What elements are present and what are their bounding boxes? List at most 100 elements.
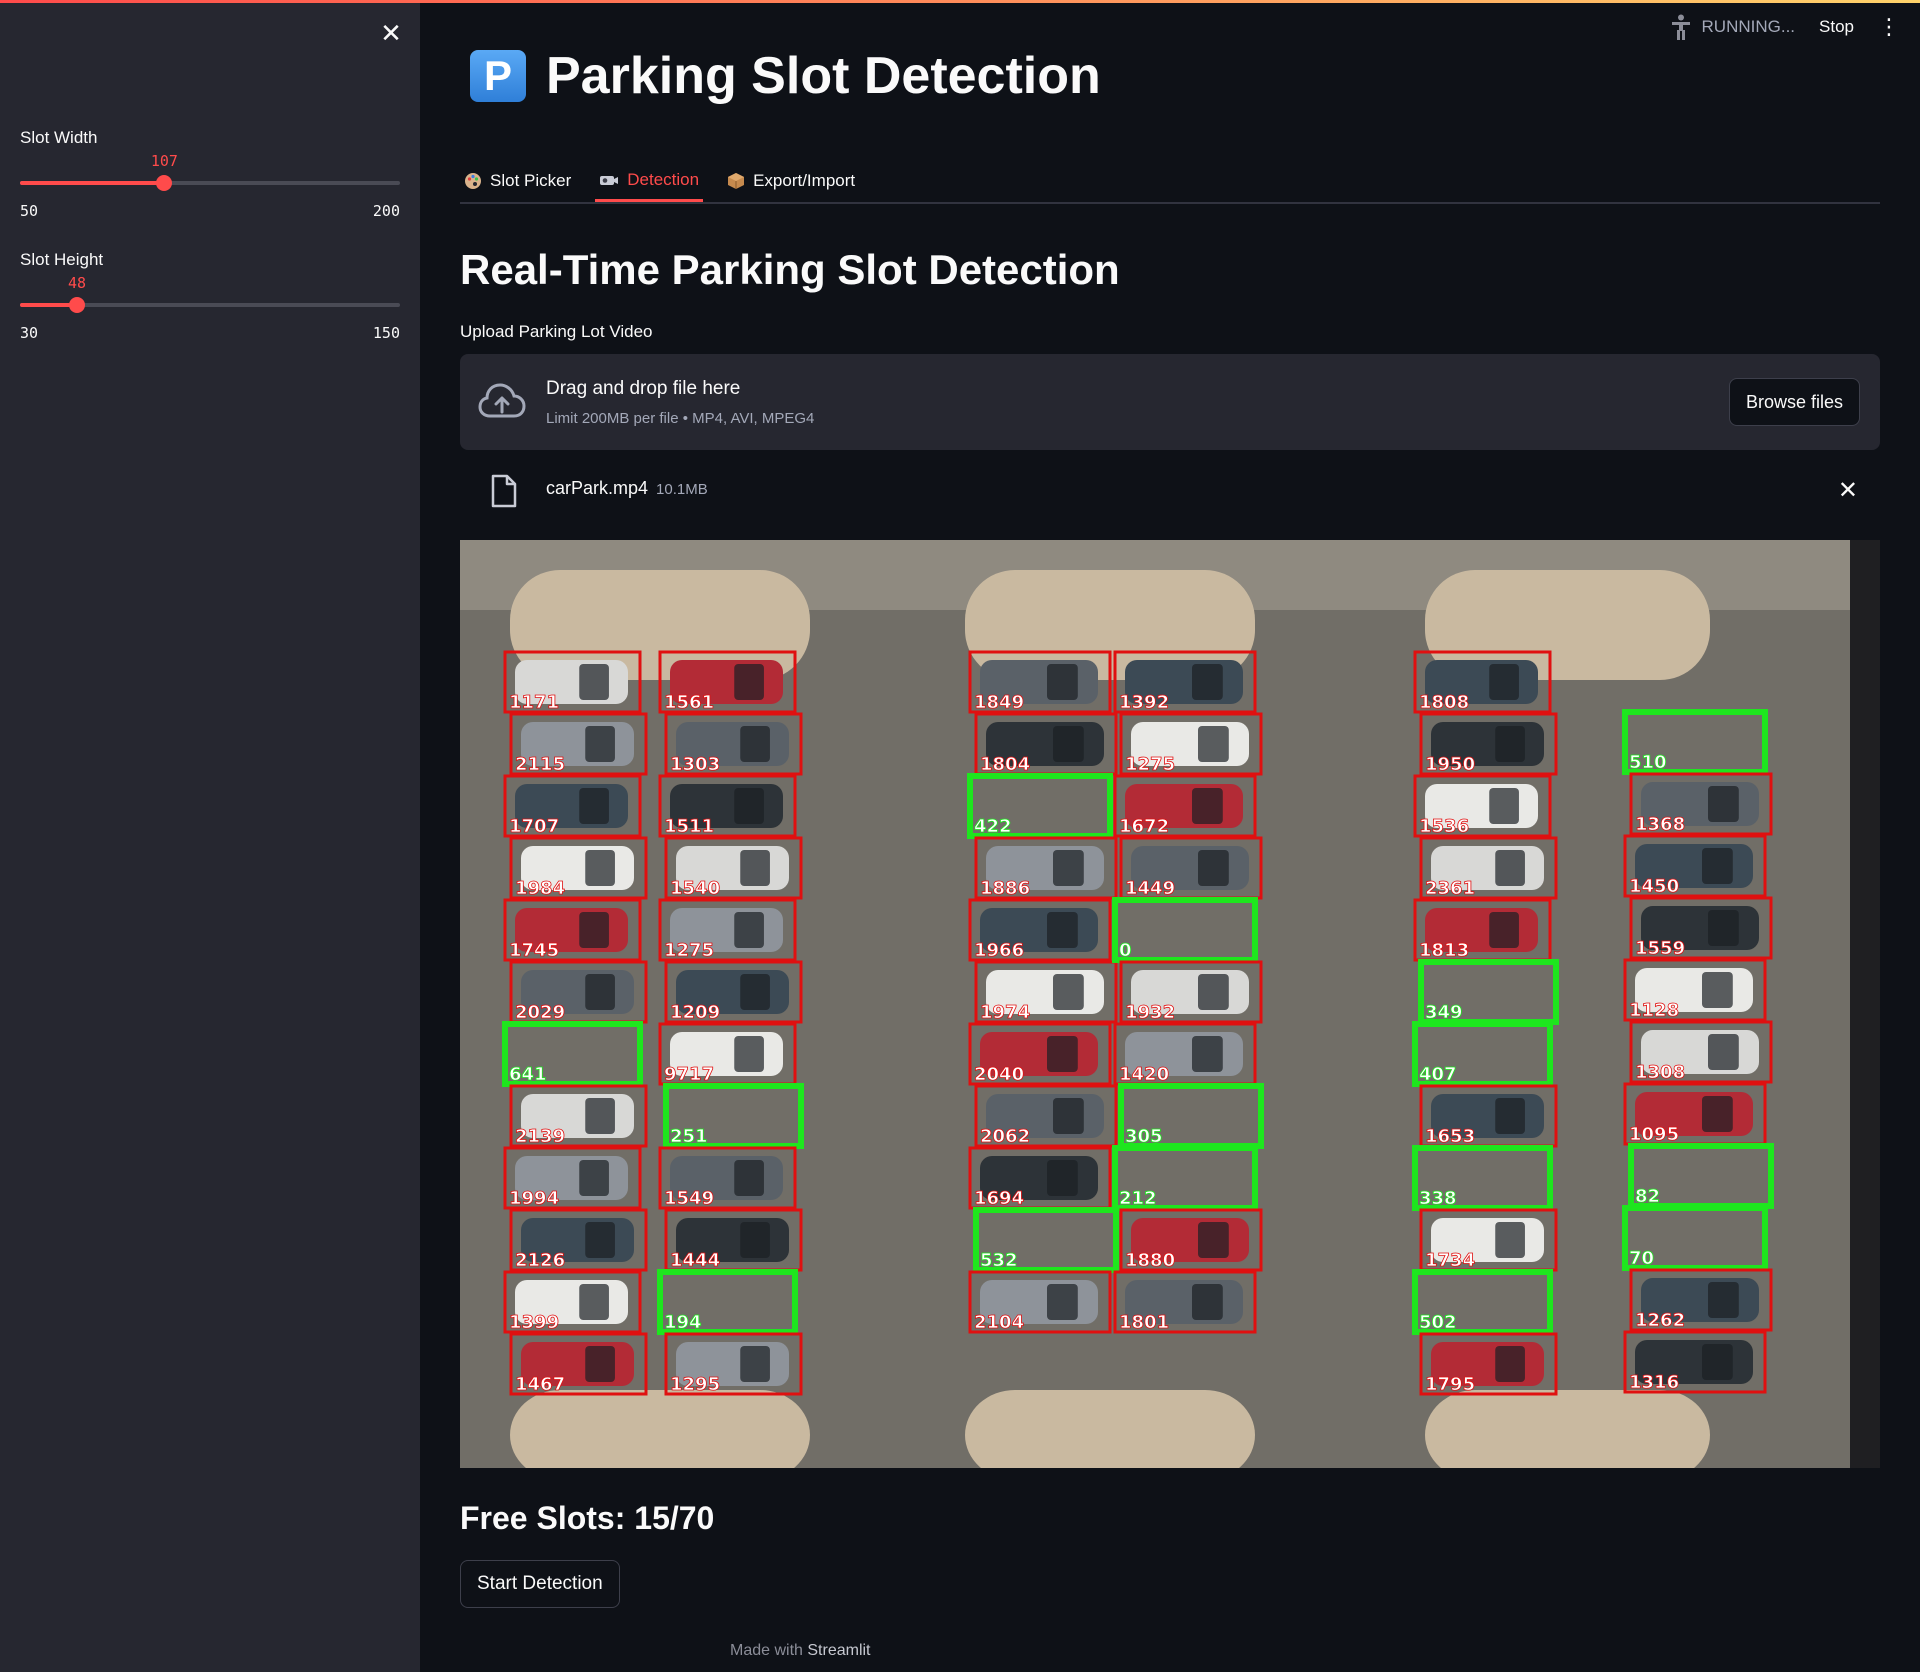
slot-number: 1950	[1425, 754, 1475, 775]
car-windshield	[585, 850, 615, 886]
car-windshield	[1495, 1098, 1525, 1134]
slot-number: 1295	[670, 1374, 720, 1395]
remove-file-icon[interactable]: ✕	[1838, 476, 1858, 505]
tab-label: Detection	[627, 169, 700, 189]
slot-number: 1392	[1119, 692, 1169, 713]
car-windshield	[585, 1098, 615, 1134]
slot-number: 2029	[515, 1002, 565, 1023]
slot-number: 2062	[980, 1126, 1030, 1147]
slot-number: 1694	[974, 1188, 1024, 1209]
upload-label: Upload Parking Lot Video	[460, 322, 653, 341]
car-windshield	[740, 1222, 770, 1258]
car-windshield	[1489, 664, 1519, 700]
slot-number: 1095	[1629, 1124, 1679, 1145]
running-person-icon	[1671, 14, 1690, 40]
slot-number: 532	[980, 1250, 1018, 1271]
slot-number: 0	[1119, 940, 1132, 961]
tab-label: Slot Picker	[490, 171, 572, 190]
slot-number: 1420	[1119, 1064, 1169, 1085]
slider-min: 30	[20, 324, 39, 342]
start-detection-button[interactable]: Start Detection	[460, 1560, 620, 1608]
slot-number: 251	[670, 1126, 708, 1147]
slider-label: Slot Height	[20, 250, 104, 269]
car-windshield	[734, 788, 764, 824]
slot-number: 1984	[515, 878, 565, 899]
slot-width-slider: Slot Width 107 50 200	[20, 128, 400, 228]
slot-number: 1745	[509, 940, 559, 961]
detection-video-frame: 1171 2115 1707 1984 1745 2029 641 2139 1994 2126 1…	[460, 540, 1880, 1468]
tab-export-import[interactable]: Export/Import	[723, 160, 859, 202]
package-icon	[728, 173, 745, 189]
tab-bar: Slot Picker Detection Export/Import	[460, 160, 1880, 204]
car-windshield	[1192, 788, 1223, 824]
status-text: RUNNING...	[1701, 17, 1796, 36]
slot-number: 641	[509, 1064, 547, 1085]
car-windshield	[734, 912, 764, 948]
car-windshield	[579, 1160, 609, 1196]
car-windshield	[1495, 1222, 1525, 1258]
slot-number: 1275	[664, 940, 714, 961]
slot-number: 1932	[1125, 1002, 1175, 1023]
slot-number: 2040	[974, 1064, 1024, 1085]
car-windshield	[1053, 850, 1084, 886]
car-windshield	[740, 726, 770, 762]
close-icon[interactable]: ✕	[376, 18, 406, 48]
slider-track[interactable]	[20, 175, 400, 191]
car-windshield	[579, 1284, 609, 1320]
tab-detection[interactable]: Detection	[595, 160, 704, 202]
slot-number: 407	[1419, 1064, 1457, 1085]
slot-number: 1209	[670, 1002, 720, 1023]
car-windshield	[1047, 664, 1078, 700]
slot-number: 1399	[509, 1312, 559, 1333]
car-windshield	[740, 974, 770, 1010]
free-slots-count: Free Slots: 15/70	[460, 1500, 715, 1536]
car-windshield	[1192, 664, 1223, 700]
browse-files-button[interactable]: Browse files	[1728, 378, 1860, 426]
slot-number: 422	[974, 816, 1012, 837]
car-windshield	[1708, 1034, 1739, 1070]
car-windshield	[1198, 1222, 1229, 1258]
sidebar: ✕ Slot Width 107 50 200 Slot Height 48 3…	[0, 0, 420, 1672]
car-windshield	[740, 1346, 770, 1382]
footer-brand[interactable]: Streamlit	[807, 1642, 870, 1659]
tab-slot-picker[interactable]: Slot Picker	[460, 160, 575, 202]
slot-number: 70	[1629, 1248, 1654, 1269]
car-windshield	[1192, 1284, 1223, 1320]
slot-number: 1801	[1119, 1312, 1169, 1333]
slot-number: 1511	[664, 816, 714, 837]
car-windshield	[585, 726, 615, 762]
car-windshield	[1495, 850, 1525, 886]
section-title: Real-Time Parking Slot Detection	[460, 246, 1120, 293]
car-windshield	[1702, 1096, 1733, 1132]
slider-thumb[interactable]	[69, 297, 85, 313]
parking-icon: P	[470, 50, 526, 102]
car-windshield	[734, 664, 764, 700]
car-windshield	[1047, 1284, 1078, 1320]
slot-number: 1880	[1125, 1250, 1175, 1271]
slot-number: 1316	[1629, 1372, 1679, 1393]
car-windshield	[579, 912, 609, 948]
slot-number: 9717	[664, 1064, 714, 1085]
file-dropzone[interactable]: Drag and drop file here Limit 200MB per …	[460, 354, 1880, 450]
car-windshield	[1495, 726, 1525, 762]
slider-label: Slot Width	[20, 128, 98, 147]
slot-number: 1813	[1419, 940, 1469, 961]
stop-button[interactable]: Stop	[1819, 17, 1854, 37]
slot-number: 212	[1119, 1188, 1157, 1209]
slot-number: 1804	[980, 754, 1030, 775]
car-windshield	[1198, 726, 1229, 762]
app-header-status: RUNNING... Stop ⋮	[1670, 14, 1900, 40]
car-windshield	[734, 1036, 764, 1072]
car-windshield	[579, 664, 609, 700]
slider-thumb[interactable]	[156, 175, 173, 191]
slot-number: 1275	[1125, 754, 1175, 775]
slot-number: 1450	[1629, 876, 1679, 897]
slot-number: 82	[1635, 1186, 1660, 1207]
file-size: 10.1MB	[656, 481, 708, 498]
slot-number: 305	[1125, 1126, 1163, 1147]
slider-track[interactable]	[20, 297, 400, 313]
palette-icon	[465, 173, 481, 189]
kebab-menu-icon[interactable]: ⋮	[1878, 14, 1900, 40]
slot-number: 2139	[515, 1126, 565, 1147]
slot-number: 1994	[509, 1188, 559, 1209]
